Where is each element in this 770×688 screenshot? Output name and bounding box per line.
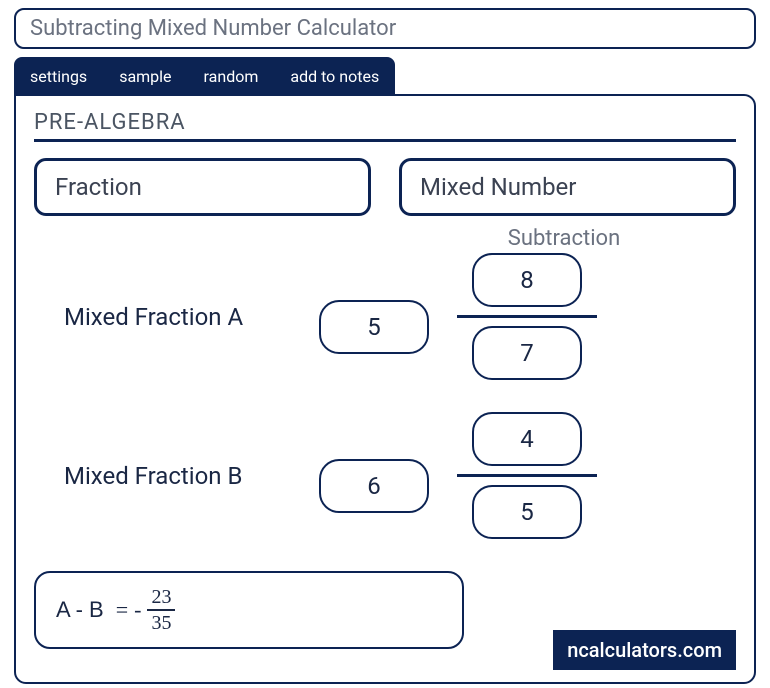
tab-add-to-notes[interactable]: add to notes	[274, 57, 395, 96]
section-heading: PRE-ALGEBRA	[34, 110, 736, 142]
result-lhs: A - B	[56, 597, 104, 623]
type-fraction-button[interactable]: Fraction	[34, 158, 371, 216]
result-sign: -	[134, 597, 141, 623]
fraction-b-denominator-input[interactable]: 5	[472, 485, 582, 539]
result-fraction: 23 35	[147, 587, 175, 633]
tab-random[interactable]: random	[188, 57, 275, 96]
fraction-b-whole-input[interactable]: 6	[319, 459, 429, 513]
calculator-panel: PRE-ALGEBRA Fraction Mixed Number Subtra…	[14, 94, 756, 684]
operation-label: Subtraction	[392, 226, 736, 251]
fraction-b-row: Mixed Fraction B 6 4 5	[34, 412, 736, 539]
fraction-b-vinculum	[457, 474, 597, 477]
fraction-a-whole-input[interactable]: 5	[319, 300, 429, 354]
result-numerator: 23	[147, 587, 175, 611]
fraction-a-label: Mixed Fraction A	[64, 303, 319, 331]
result-box: A - B = - 23 35	[34, 571, 464, 649]
result-equals: =	[116, 597, 128, 623]
fraction-a-numerator-input[interactable]: 8	[472, 253, 582, 307]
tab-bar: settings sample random add to notes	[14, 57, 395, 96]
result-denominator: 35	[151, 611, 171, 633]
tab-settings[interactable]: settings	[14, 57, 103, 96]
fraction-b-numerator-input[interactable]: 4	[472, 412, 582, 466]
type-mixed-number-button[interactable]: Mixed Number	[399, 158, 736, 216]
fraction-a-row: Mixed Fraction A 5 8 7	[34, 253, 736, 380]
brand-badge[interactable]: ncalculators.com	[553, 630, 736, 670]
tab-sample[interactable]: sample	[103, 57, 187, 96]
fraction-a-vinculum	[457, 315, 597, 318]
fraction-b-label: Mixed Fraction B	[64, 462, 319, 490]
fraction-a-denominator-input[interactable]: 7	[472, 326, 582, 380]
page-title: Subtracting Mixed Number Calculator	[14, 8, 756, 49]
